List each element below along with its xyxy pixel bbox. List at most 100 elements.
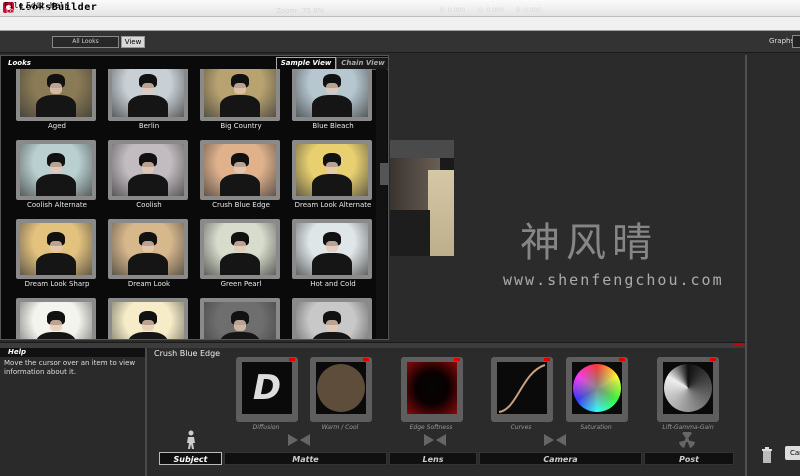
look-label: Aged (48, 122, 66, 130)
tool-label-curves: Curves (510, 424, 532, 431)
looks-grid: Aged Berlin Big Country Blue Bleach Coolish … (2, 69, 375, 339)
look-item[interactable]: Dream Look Alternate (288, 140, 375, 220)
tool-led (544, 358, 550, 361)
category-post[interactable]: Post (644, 452, 734, 465)
subject-person-icon (187, 430, 195, 449)
look-item[interactable]: Berlin (104, 69, 194, 141)
look-thumbnail (112, 69, 184, 117)
tool-led (619, 358, 625, 361)
look-item[interactable]: Aged (12, 69, 102, 141)
separator-marker (733, 343, 743, 346)
tool-led (289, 358, 295, 361)
tool-label-lift-gamma-gain: Lift-Gamma-Gain (662, 424, 714, 431)
diffusion-d-icon: D (252, 368, 282, 408)
look-item[interactable]: Dream Look (104, 219, 194, 299)
look-thumbnail-frame (292, 140, 372, 200)
right-divider (745, 55, 747, 476)
tool-edge-softness[interactable] (401, 357, 463, 422)
zoom-value: 75.8% (302, 7, 325, 15)
look-thumbnail (296, 144, 368, 196)
tool-lift-gamma-gain[interactable] (657, 357, 719, 422)
image-preview[interactable] (390, 140, 454, 256)
watermark-logo: 神风晴 (520, 220, 658, 266)
look-item[interactable] (196, 298, 286, 339)
looks-title: Looks (8, 59, 31, 67)
category-matte[interactable]: Matte (224, 452, 387, 465)
r-value: R: 0.000 (440, 7, 466, 14)
look-thumbnail-frame (292, 69, 372, 121)
look-item[interactable]: Hot and Cold (288, 219, 375, 299)
look-thumbnail (112, 223, 184, 275)
look-item[interactable]: Green Pearl (196, 219, 286, 299)
tool-saturation[interactable] (566, 357, 628, 422)
look-item[interactable]: Coolish Alternate (12, 140, 102, 220)
camera-bowtie-icon (544, 434, 566, 446)
trash-icon[interactable] (761, 446, 773, 464)
look-thumbnail-frame (200, 140, 280, 200)
cancel-button[interactable]: Cancel (785, 446, 800, 460)
toolbar (0, 31, 800, 53)
look-thumbnail-frame (108, 69, 188, 121)
zoom-label: Zoom: (276, 7, 299, 15)
look-label: Crush Blue Edge (212, 201, 270, 209)
tool-label-warm-cool: Warm / Cool (321, 424, 359, 431)
tool-warm-cool[interactable] (310, 357, 372, 422)
looks-scrollbar[interactable] (376, 69, 387, 339)
saturation-color-wheel-icon (573, 364, 621, 412)
tab-sample-view[interactable]: Sample View (276, 57, 336, 69)
look-thumbnail (20, 302, 92, 339)
help-panel: Help Move the cursor over an item to vie… (0, 348, 147, 476)
current-look-name: Crush Blue Edge (154, 349, 221, 358)
look-thumbnail-frame (292, 298, 372, 339)
category-camera[interactable]: Camera (479, 452, 642, 465)
look-item[interactable]: Dream Look Sharp (12, 219, 102, 299)
look-item[interactable]: Crush Blue Edge (196, 140, 286, 220)
panel-collapse-arrow-icon[interactable] (380, 163, 388, 185)
look-thumbnail (204, 302, 276, 339)
look-label: Hot and Cold (310, 280, 356, 288)
look-item[interactable]: Coolish (104, 140, 194, 220)
look-label: Dream Look Alternate (294, 201, 372, 209)
look-theater-label: Look Theater: (6, 7, 55, 15)
look-thumbnail (204, 223, 276, 275)
tool-label-diffusion: Diffusion (252, 424, 280, 431)
category-lens[interactable]: Lens (389, 452, 477, 465)
look-thumbnail (20, 69, 92, 117)
look-item[interactable] (12, 298, 102, 339)
look-label: Green Pearl (220, 280, 262, 288)
look-thumbnail (296, 223, 368, 275)
look-thumbnail (112, 144, 184, 196)
help-text: Move the cursor over an item to view inf… (4, 359, 136, 376)
look-theater-select[interactable]: All Looks (52, 36, 119, 48)
look-thumbnail (204, 144, 276, 196)
look-thumbnail-frame (16, 219, 96, 279)
help-title: Help (0, 348, 145, 357)
look-label: Dream Look Sharp (24, 280, 90, 288)
look-thumbnail-frame (16, 140, 96, 200)
view-button[interactable]: View (121, 36, 145, 48)
tool-led (454, 358, 460, 361)
lift-gamma-gain-icon (664, 364, 712, 412)
look-label: Berlin (138, 122, 160, 130)
post-radiation-icon (679, 432, 695, 448)
tool-curves[interactable] (491, 357, 553, 422)
look-item[interactable]: Blue Bleach (288, 69, 375, 141)
category-subject[interactable]: Subject (159, 452, 222, 465)
look-label: Big Country (220, 122, 262, 130)
tool-label-saturation: Saturation (580, 424, 612, 431)
look-item[interactable] (104, 298, 194, 339)
look-thumbnail (296, 69, 368, 117)
curves-graph-icon (498, 364, 546, 413)
look-thumbnail-frame (108, 219, 188, 279)
edge-softness-vignette-icon (407, 362, 457, 414)
look-thumbnail (20, 144, 92, 196)
look-thumbnail-frame (108, 140, 188, 200)
tool-led (710, 358, 716, 361)
g-value: G: 0.000 (478, 7, 504, 14)
look-thumbnail-frame (16, 298, 96, 339)
graphs-select[interactable] (792, 35, 800, 48)
look-item[interactable]: Big Country (196, 69, 286, 141)
warm-cool-circle-icon (317, 364, 365, 412)
tool-diffusion[interactable]: D (236, 357, 298, 422)
look-item[interactable] (288, 298, 375, 339)
